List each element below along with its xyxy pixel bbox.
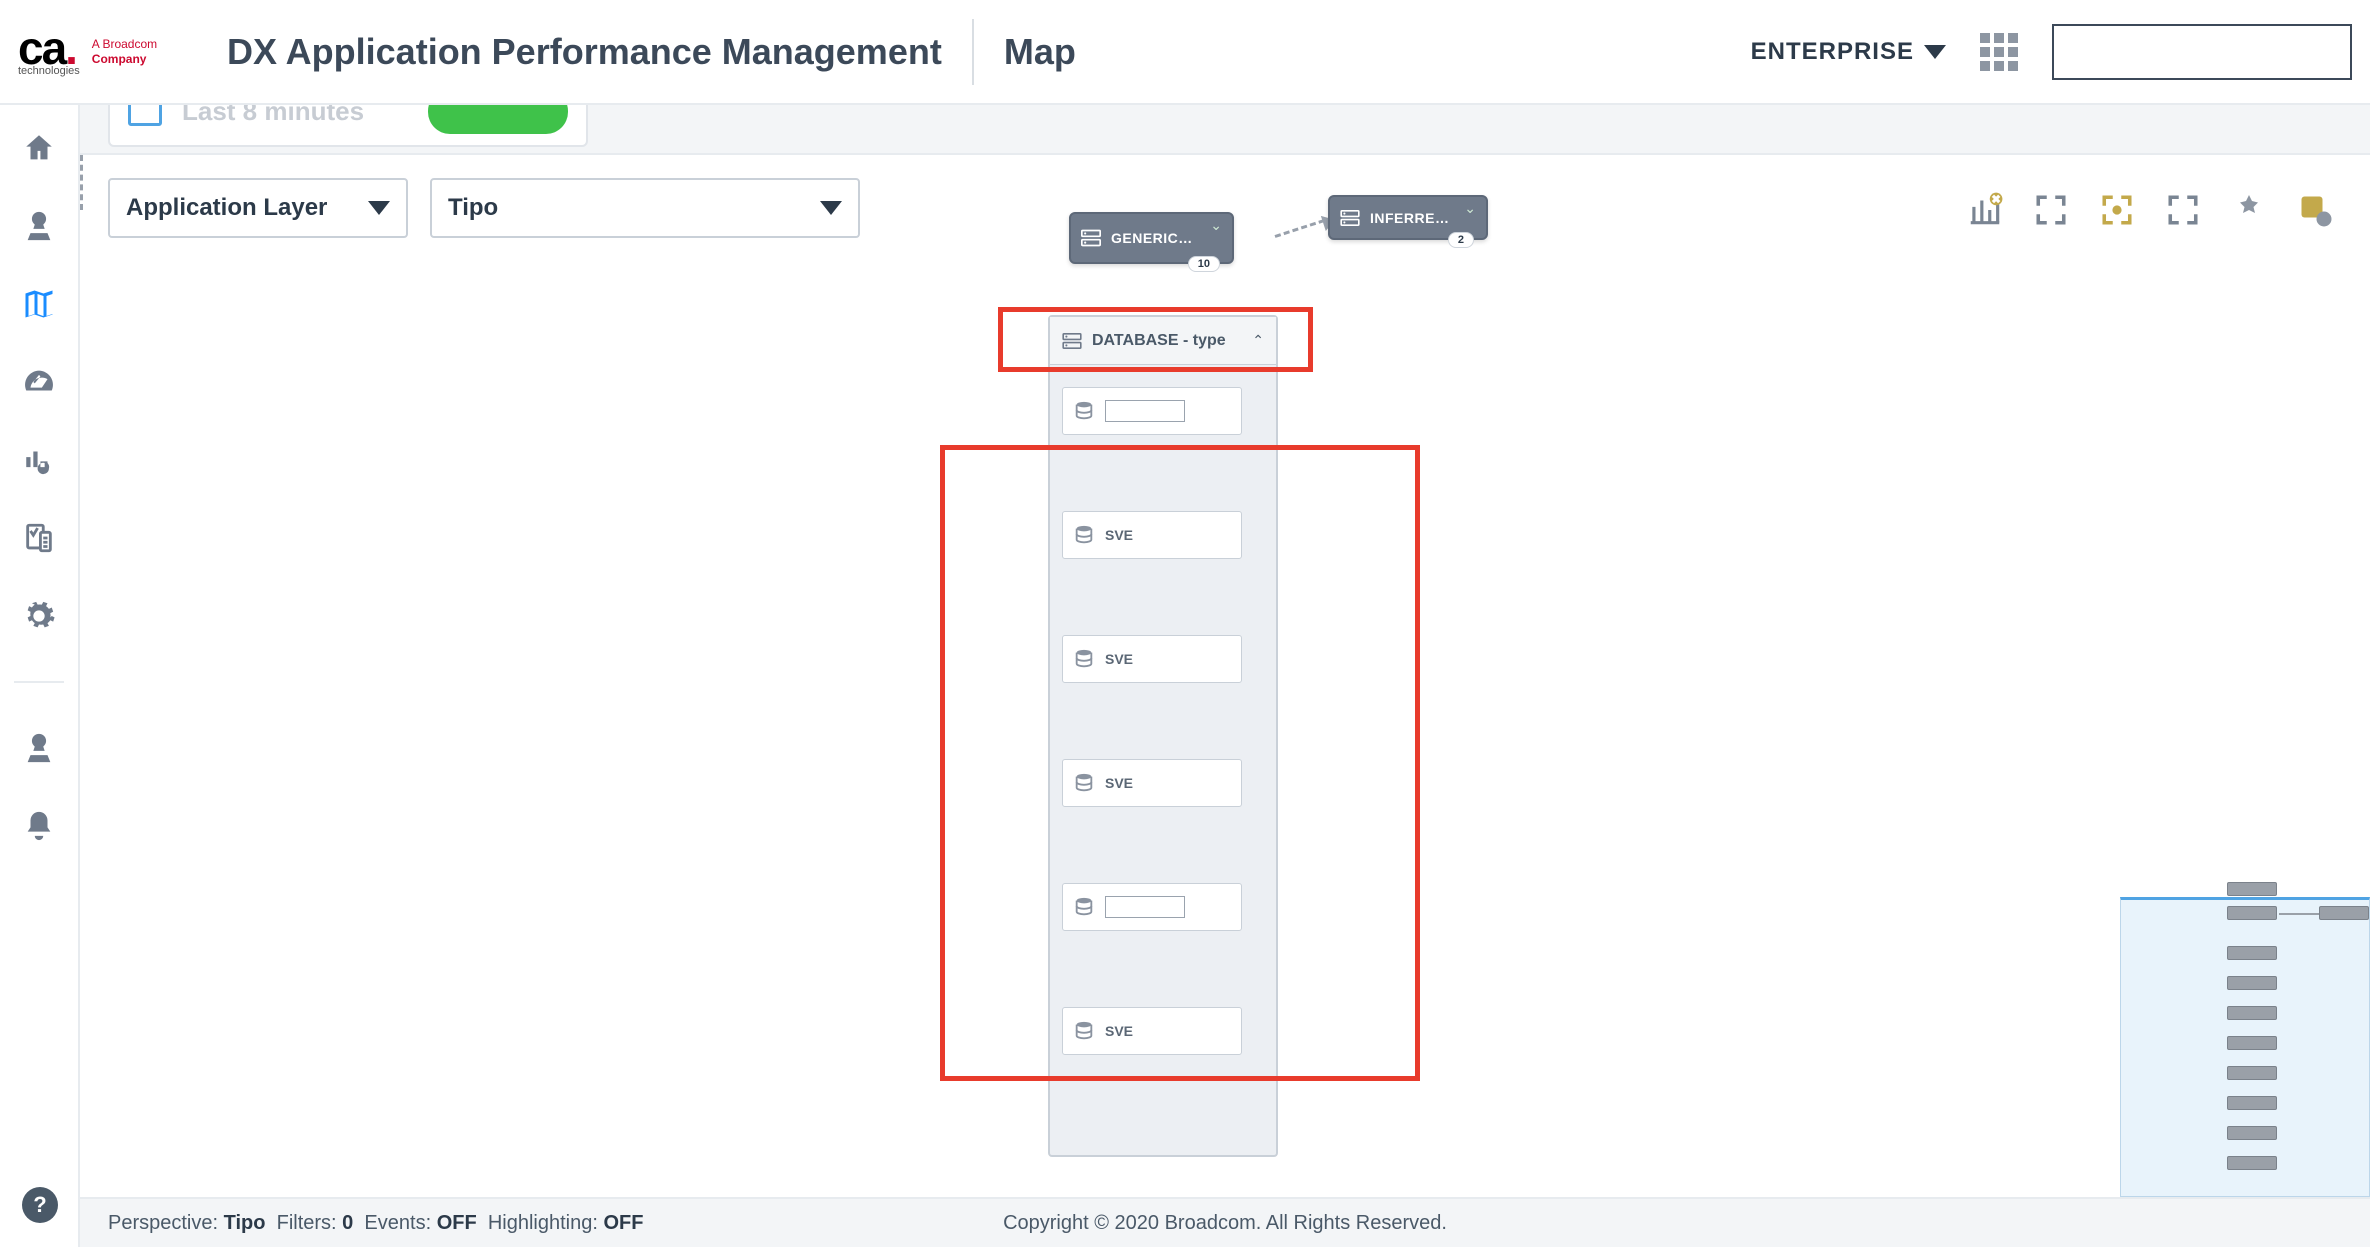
header-divider (972, 19, 974, 85)
nav-home-icon[interactable] (21, 130, 57, 166)
database-group-header[interactable]: DATABASE - type ⌃ (1050, 317, 1276, 365)
status-bar: Perspective: Tipo Filters: 0 Events: OFF… (80, 1197, 2370, 1247)
database-item-label: SVE (1105, 1023, 1133, 1039)
chevron-down-icon: ⌄ (1464, 200, 1476, 217)
nav-settings-icon[interactable] (21, 598, 57, 634)
chevron-up-icon: ⌃ (1252, 332, 1264, 349)
database-icon (1073, 400, 1095, 422)
database-icon (1073, 896, 1095, 918)
time-range-label: Last 8 minutes (182, 105, 408, 127)
database-item-label: SVE (1105, 527, 1133, 543)
minimap-node (2227, 946, 2277, 960)
minimap-node (2227, 976, 2277, 990)
database-icon (1073, 1020, 1095, 1042)
nav-experience-icon[interactable] (21, 208, 57, 244)
universe-label: ENTERPRISE (1751, 38, 1914, 66)
server-icon (1062, 333, 1082, 349)
minimap-node (2227, 1126, 2277, 1140)
universe-dropdown[interactable]: ENTERPRISE (1751, 38, 1946, 66)
toolbar-strip: Last 8 minutes (80, 105, 2370, 155)
database-group-panel: DATABASE - type ⌃ SVE SVE SVE SVE (1048, 315, 1278, 1157)
database-item[interactable]: SVE (1062, 759, 1242, 807)
node-label: INFERRED_DAT... (1370, 210, 1454, 226)
database-item-label (1105, 400, 1185, 422)
pin-filter-icon[interactable] (2295, 190, 2335, 230)
live-toggle[interactable] (428, 105, 568, 134)
server-icon (1340, 210, 1360, 226)
time-range-picker[interactable]: Last 8 minutes (108, 105, 588, 147)
page-title: Map (1004, 31, 1076, 73)
database-item[interactable]: SVE (1062, 511, 1242, 559)
database-item[interactable]: SVE (1062, 1007, 1242, 1055)
caret-down-icon (1924, 45, 1946, 59)
database-icon (1073, 648, 1095, 670)
database-icon (1073, 772, 1095, 794)
nav-divider (14, 681, 64, 683)
clear-chart-icon[interactable] (1965, 190, 2005, 230)
minimap-node (2227, 1036, 2277, 1050)
nav-incognito-icon[interactable] (21, 730, 57, 766)
nav-reports-icon[interactable] (21, 520, 57, 556)
calendar-icon (128, 105, 162, 126)
nav-metrics-icon[interactable] (21, 442, 57, 478)
logo-sub: technologies (18, 65, 80, 77)
nav-map-icon[interactable] (21, 286, 57, 322)
database-item-label (1105, 896, 1185, 918)
node-badge: 10 (1188, 256, 1220, 272)
node-badge: 2 (1448, 232, 1474, 248)
database-icon (1073, 524, 1095, 546)
nav-alerts-icon[interactable] (21, 808, 57, 844)
logo-tagline: A Broadcom Company (92, 37, 157, 66)
node-genericfrontend[interactable]: GENERICFRON... ⌄ 10 (1069, 212, 1234, 264)
apps-launcher-icon[interactable] (1980, 33, 2018, 71)
minimap-node (2227, 1156, 2277, 1170)
fullscreen-icon[interactable] (2163, 190, 2203, 230)
database-item-label: SVE (1105, 775, 1133, 791)
minimap-column (2227, 946, 2277, 1170)
minimap-node (2227, 882, 2277, 896)
connector-line (80, 155, 83, 210)
brand-logo: ca. technologies A Broadcom Company (18, 25, 203, 77)
map-tools (1965, 190, 2335, 230)
footer-perspective: Perspective: Tipo Filters: 0 Events: OFF… (108, 1212, 643, 1235)
minimap-node (2227, 1006, 2277, 1020)
footer-copyright: Copyright © 2020 Broadcom. All Rights Re… (1003, 1212, 1447, 1235)
minimap-node (2227, 1066, 2277, 1080)
minimap-connector (2279, 913, 2319, 915)
database-item-label: SVE (1105, 651, 1133, 667)
node-inferred-database[interactable]: INFERRED_DAT... ⌄ 2 (1328, 195, 1488, 240)
minimap-node (2319, 906, 2369, 920)
map-canvas[interactable]: GENERICFRON... ⌄ 10 INFERRED_DAT... ⌄ 2 … (80, 155, 2370, 1197)
server-icon (1081, 229, 1101, 247)
search-input[interactable] (2052, 24, 2352, 80)
app-header: ca. technologies A Broadcom Company DX A… (0, 0, 2370, 105)
minimap[interactable] (2120, 897, 2370, 1197)
minimap-node (2227, 906, 2277, 920)
side-nav (0, 105, 80, 1247)
minimap-node (2227, 1096, 2277, 1110)
expand-selection-icon[interactable] (2097, 190, 2137, 230)
connector-arrow (1275, 219, 1325, 238)
chevron-down-icon: ⌄ (1210, 217, 1222, 234)
database-item-list: SVE SVE SVE SVE (1062, 387, 1242, 1055)
app-title: DX Application Performance Management (227, 31, 942, 73)
database-item[interactable] (1062, 387, 1242, 435)
database-item[interactable] (1062, 883, 1242, 931)
nav-dashboard-icon[interactable] (21, 364, 57, 400)
database-group-label: DATABASE - type (1092, 332, 1242, 350)
help-button[interactable]: ? (22, 1187, 58, 1223)
node-label: GENERICFRON... (1111, 230, 1200, 246)
fit-to-screen-icon[interactable] (2031, 190, 2071, 230)
database-item[interactable]: SVE (1062, 635, 1242, 683)
highlight-icon[interactable] (2229, 190, 2269, 230)
